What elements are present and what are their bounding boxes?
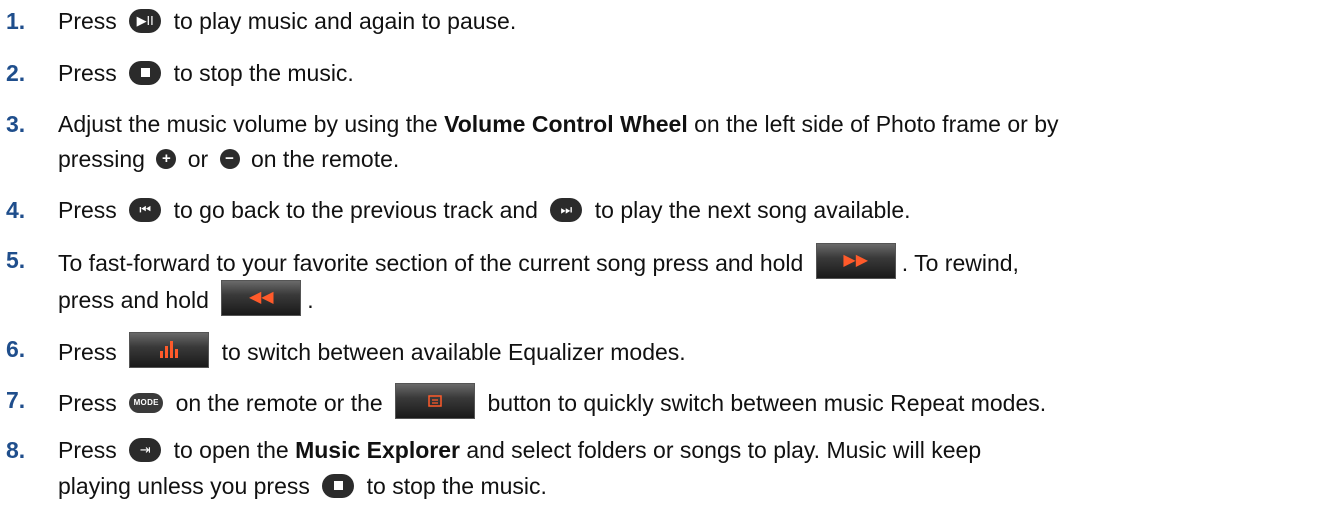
item-number: 3.: [6, 111, 26, 137]
text-segment: press and hold: [58, 287, 209, 314]
text-segment: Adjust the music volume by using the: [58, 111, 438, 137]
item-text: playing unless you press to stop the mus…: [58, 473, 547, 500]
rewind-icon: ◀◀: [221, 280, 302, 316]
text-segment: Press: [58, 339, 117, 366]
text-segment: Press: [58, 437, 117, 463]
item-number: 2.: [6, 60, 26, 86]
item-text: Press to switch between available Equali…: [58, 332, 686, 372]
text-segment: pressing: [58, 146, 145, 172]
item-number: 4.: [6, 197, 26, 223]
volume-up-icon: +: [156, 148, 177, 169]
text-segment: to play the next song available.: [594, 197, 911, 223]
item-number: 1.: [6, 8, 26, 34]
text-segment: to stop the music.: [173, 60, 354, 86]
text-segment: to play music and again to pause.: [173, 8, 517, 34]
item-text: Adjust the music volume by using the Vol…: [58, 111, 1059, 138]
item-text: Press to stop the music.: [58, 60, 354, 87]
text-segment: or: [187, 146, 209, 172]
text-segment: to open the: [173, 437, 289, 463]
text-segment: To fast-forward to your favorite section…: [58, 250, 804, 277]
item-number: 8.: [6, 437, 26, 463]
text-segment: Press: [58, 197, 117, 223]
volume-down-icon: −: [219, 148, 240, 169]
text-segment: . To rewind,: [901, 250, 1019, 277]
repeat-icon: [395, 383, 476, 419]
text-segment: Press: [58, 60, 117, 86]
fast-forward-icon: ▶▶: [815, 243, 896, 279]
text-segment: to stop the music.: [366, 473, 547, 499]
item-text: Press MODE on the remote or the button t…: [58, 383, 1047, 423]
item-text: Press ⏮ to go back to the previous track…: [58, 197, 911, 224]
item-text: To fast-forward to your favorite section…: [58, 243, 1019, 283]
item-number: 7.: [6, 387, 26, 413]
text-segment: to switch between available Equalizer mo…: [221, 339, 686, 366]
item-text: Press ▶II to play music and again to pau…: [58, 8, 516, 35]
item-text: Press ⇥ to open the Music Explorer and s…: [58, 437, 981, 464]
mode-button-icon: MODE: [129, 393, 164, 413]
bold-text: Volume Control Wheel: [444, 111, 688, 137]
text-segment: button to quickly switch between music R…: [487, 390, 1047, 417]
text-segment: .: [307, 287, 314, 314]
equalizer-icon: [129, 332, 210, 368]
play-pause-icon: ▶II: [129, 8, 162, 33]
stop-icon: [322, 473, 355, 498]
music-explorer-icon: ⇥: [129, 437, 162, 462]
previous-track-icon: ⏮: [129, 197, 162, 222]
text-segment: Press: [58, 390, 117, 417]
text-segment: Press: [58, 8, 117, 34]
item-text: press and hold ◀◀.: [58, 280, 314, 320]
text-segment: on the remote.: [250, 146, 400, 172]
text-segment: on the left side of Photo frame or by: [694, 111, 1059, 137]
text-segment: to go back to the previous track and: [173, 197, 538, 223]
item-text: pressing + or − on the remote.: [58, 146, 399, 173]
bold-text: Music Explorer: [295, 437, 460, 463]
next-track-icon: ⏭: [550, 197, 583, 222]
text-segment: on the remote or the: [175, 390, 383, 417]
item-number: 6.: [6, 336, 26, 362]
item-number: 5.: [6, 247, 26, 273]
stop-icon: [129, 60, 162, 85]
text-segment: and select folders or songs to play. Mus…: [466, 437, 982, 463]
text-segment: playing unless you press: [58, 473, 310, 499]
